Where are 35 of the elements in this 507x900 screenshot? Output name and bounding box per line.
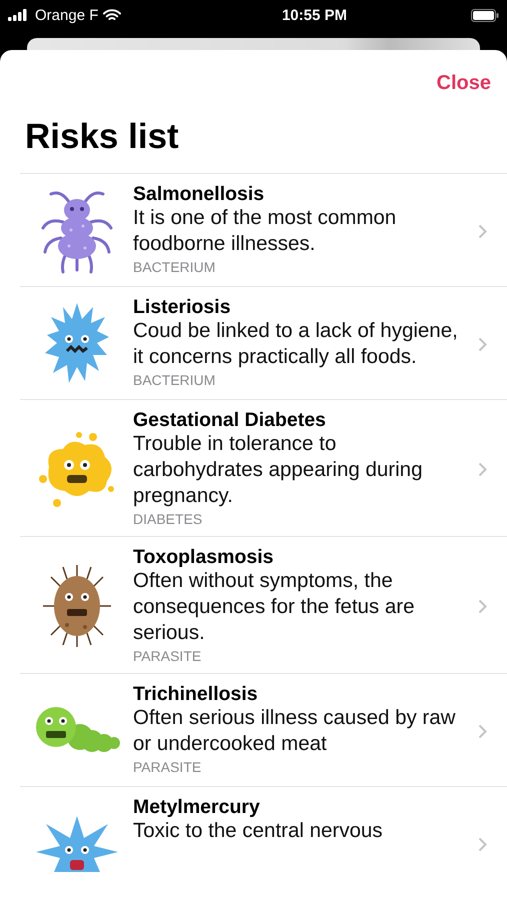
risk-title: Gestational Diabetes [133,409,327,431]
chevron-icon [478,462,487,476]
close-button[interactable]: Close [436,72,491,95]
chevron-icon [478,224,487,238]
risk-category: DIABETES [133,510,204,529]
risk-category: PARASITE [133,758,202,777]
risk-description: Trouble in tolerance to carbohydrates appearing during pregnancy. [133,431,424,509]
risk-title: Trichinellosis [133,683,259,705]
carrier-name: Orange F [35,6,98,24]
risk-row[interactable]: Salmonellosis It is one of the most common foodborne illnesses. BACTERIUM [20,173,507,286]
risk-description: It is one of the most common foodborne illnesses. [133,205,398,257]
risk-row[interactable]: Trichinellosis Often serious illness caused by raw or undercooked meat PARASITE [20,673,507,786]
risk-title: Metylmercury [133,796,261,818]
status-time: 10:55 PM [282,6,348,24]
page-title: Risks list [25,117,180,158]
risk-category: BACTERIUM [133,258,216,277]
risk-row[interactable]: Metylmercury Toxic to the central nervous [20,786,507,899]
wifi-icon [103,8,122,22]
risk-category: BACTERIUM [133,371,216,390]
risk-title: Salmonellosis [133,183,266,205]
battery-icon [470,8,499,22]
chevron-icon [478,836,487,852]
risk-row[interactable]: Toxoplasmosis Often without symptoms, the consequences for the fetus are serious. PARASITE [20,536,507,673]
chevron-icon [478,336,487,352]
risk-row[interactable]: Listeriosis Coud be linked to a lack of hygiene, it concerns practically all foods. BACTERIUM [20,286,507,399]
risk-row[interactable]: Gestational Diabetes Trouble in tolerance to carbohydrates appearing during pregnancy. DIABETES [20,399,507,536]
risk-description: Often without symptoms, the consequences for the fetus are serious. [133,568,416,646]
risk-description: Coud be linked to a lack of hygiene, it concerns practically all foods. [133,318,459,370]
risk-title: Listeriosis [133,296,232,318]
risk-category: PARASITE [133,647,202,666]
risk-description: Toxic to the central nervous [133,818,384,844]
chevron-icon [478,598,487,614]
risk-title: Toxoplasmosis [133,546,275,568]
chevron-icon [478,724,487,738]
risk-description: Often serious illness caused by raw or undercooked meat [133,705,456,757]
